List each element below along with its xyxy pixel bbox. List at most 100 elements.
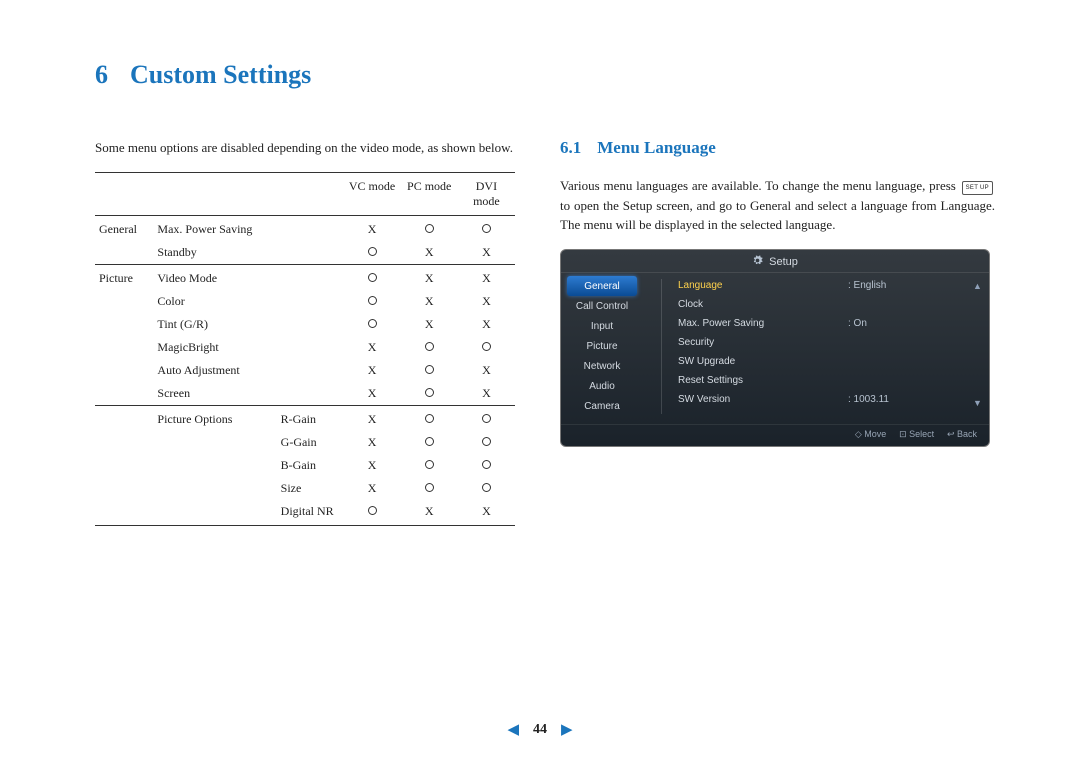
osd-main-row: Clock	[678, 295, 987, 314]
table-category-cell	[95, 313, 153, 336]
table-row: GeneralMax. Power SavingX	[95, 215, 515, 241]
table-cell-mark: X	[401, 500, 458, 526]
table-cell-mark	[401, 431, 458, 454]
osd-row-label: Language	[678, 280, 848, 291]
table-cell-mark: X	[343, 454, 400, 477]
left-intro-paragraph: Some menu options are disabled depending…	[95, 138, 515, 158]
osd-side-item: Call Control	[567, 296, 637, 316]
osd-footer-hints: ◇ Move ⊡ Select ↩ Back	[561, 424, 989, 446]
table-cell-mark: X	[458, 359, 515, 382]
osd-row-label: Clock	[678, 299, 848, 310]
table-category-cell	[95, 500, 153, 526]
table-item-cell	[153, 454, 276, 477]
table-cell-mark: X	[458, 382, 515, 406]
table-cell-mark	[401, 215, 458, 241]
table-item-cell: Screen	[153, 382, 276, 406]
osd-row-value: : On	[848, 318, 867, 329]
table-category-cell: Picture	[95, 264, 153, 290]
table-subitem-cell: Digital NR	[277, 500, 344, 526]
table-cell-mark: X	[401, 241, 458, 265]
table-cell-mark	[401, 336, 458, 359]
table-col-vc: VC mode	[343, 172, 400, 215]
table-category-cell	[95, 241, 153, 265]
osd-row-value: : English	[848, 280, 886, 291]
table-cell-mark: X	[343, 336, 400, 359]
chapter-title: Custom Settings	[130, 60, 311, 89]
table-subitem-cell	[277, 359, 344, 382]
section-number: 6.1	[560, 138, 581, 157]
right-paragraph: Various menu languages are available. To…	[560, 176, 995, 235]
section-title: Menu Language	[597, 138, 716, 157]
table-cell-mark	[458, 431, 515, 454]
table-row: SizeX	[95, 477, 515, 500]
chapter-heading: 6 Custom Settings	[95, 60, 1010, 90]
table-cell-mark: X	[401, 290, 458, 313]
table-row: StandbyXX	[95, 241, 515, 265]
table-item-cell	[153, 477, 276, 500]
section-heading: 6.1 Menu Language	[560, 138, 995, 158]
chapter-number: 6	[95, 60, 108, 89]
osd-titlebar: Setup	[561, 250, 989, 273]
table-item-cell: Auto Adjustment	[153, 359, 276, 382]
table-item-cell	[153, 500, 276, 526]
table-item-cell: Picture Options	[153, 405, 276, 431]
table-row: PictureVideo ModeXX	[95, 264, 515, 290]
table-cell-mark	[343, 264, 400, 290]
table-cell-mark	[401, 382, 458, 406]
table-row: B-GainX	[95, 454, 515, 477]
table-cell-mark	[401, 454, 458, 477]
table-cell-mark	[458, 477, 515, 500]
osd-scrollbar: ▲▼	[973, 281, 983, 408]
table-row: ScreenXX	[95, 382, 515, 406]
table-cell-mark: X	[343, 477, 400, 500]
table-cell-mark	[458, 336, 515, 359]
table-cell-mark	[401, 405, 458, 431]
osd-row-label: Reset Settings	[678, 375, 848, 386]
table-category-cell	[95, 431, 153, 454]
table-subitem-cell: G-Gain	[277, 431, 344, 454]
table-subitem-cell	[277, 241, 344, 265]
osd-side-item: Input	[567, 316, 637, 336]
osd-side-item: General	[567, 276, 637, 296]
table-cell-mark: X	[458, 313, 515, 336]
table-cell-mark	[343, 313, 400, 336]
table-row: Tint (G/R)XX	[95, 313, 515, 336]
table-col-dvi: DVI mode	[458, 172, 515, 215]
table-subitem-cell: R-Gain	[277, 405, 344, 431]
page-navigation: ◀ 44 ▶	[0, 720, 1080, 739]
osd-row-label: SW Version	[678, 394, 848, 405]
osd-main-row: SW Upgrade	[678, 352, 987, 371]
osd-row-label: Max. Power Saving	[678, 318, 848, 329]
table-item-cell: Max. Power Saving	[153, 215, 276, 241]
osd-row-label: Security	[678, 337, 848, 348]
table-subitem-cell	[277, 215, 344, 241]
table-cell-mark: X	[343, 359, 400, 382]
table-category-cell	[95, 477, 153, 500]
osd-main-row: SW Version: 1003.11	[678, 390, 987, 409]
table-row: Picture OptionsR-GainX	[95, 405, 515, 431]
osd-row-label: SW Upgrade	[678, 356, 848, 367]
table-item-cell: MagicBright	[153, 336, 276, 359]
table-category-cell	[95, 290, 153, 313]
gear-icon	[752, 255, 763, 269]
table-item-cell: Tint (G/R)	[153, 313, 276, 336]
table-subitem-cell	[277, 264, 344, 290]
osd-main-row: Security	[678, 333, 987, 352]
setup-key-icon: SET UP	[962, 181, 993, 195]
prev-page-arrow[interactable]: ◀	[507, 720, 519, 739]
table-cell-mark	[401, 359, 458, 382]
table-subitem-cell	[277, 313, 344, 336]
osd-main-row: Max. Power Saving: On	[678, 314, 987, 333]
table-item-cell: Video Mode	[153, 264, 276, 290]
next-page-arrow[interactable]: ▶	[561, 720, 573, 739]
table-category-cell	[95, 405, 153, 431]
table-category-cell	[95, 382, 153, 406]
table-cell-mark	[458, 454, 515, 477]
table-cell-mark	[343, 290, 400, 313]
table-category-cell	[95, 336, 153, 359]
osd-side-item: Camera	[567, 396, 637, 416]
osd-side-item: Picture	[567, 336, 637, 356]
table-row: Digital NRXX	[95, 500, 515, 526]
table-item-cell	[153, 431, 276, 454]
table-item-cell: Standby	[153, 241, 276, 265]
